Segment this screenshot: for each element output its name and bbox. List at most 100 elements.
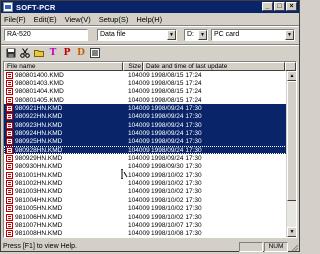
file-size: 104009 — [128, 96, 150, 104]
file-size: 104009 — [128, 121, 150, 129]
drive-select[interactable]: D: ▼ — [184, 29, 208, 41]
file-name: 981008HN.KMD — [15, 230, 63, 238]
file-icon — [6, 96, 13, 104]
list-item[interactable]: 980921HN.KMD 104009 1998/09/24 17:30 — [4, 104, 287, 113]
file-icon — [6, 88, 13, 96]
device-value: RA-520 — [7, 31, 31, 38]
scroll-thumb[interactable] — [287, 81, 296, 201]
drive-value: D: — [187, 31, 194, 38]
app-icon[interactable] — [3, 2, 13, 12]
menu-help[interactable]: Help(H) — [136, 15, 162, 24]
file-date: 1998/08/15 17:24 — [151, 96, 202, 104]
file-name: 980801403.KMD — [15, 80, 64, 88]
column-date[interactable]: Date and time of last update — [143, 62, 286, 71]
vertical-scrollbar[interactable]: ▲ ▼ — [286, 71, 296, 237]
list-rows: 980801400.KMD 104009 1998/08/15 17:24 98080… — [4, 71, 287, 238]
file-icon — [6, 180, 13, 188]
type-select[interactable]: Data file ▼ — [97, 29, 177, 41]
file-list[interactable]: File name Size Date and time of last upd… — [3, 61, 297, 238]
file-icon — [6, 71, 13, 79]
list-item[interactable]: 980925HN.KMD 104009 1998/09/24 17:30 — [4, 137, 287, 147]
drive-type-value: PC card — [214, 31, 240, 38]
menu-setup[interactable]: Setup(S) — [99, 15, 129, 24]
file-icon — [6, 196, 13, 204]
toolbar: T P D — [1, 46, 299, 60]
close-button[interactable]: × — [286, 2, 297, 11]
menu-edit[interactable]: Edit(E) — [34, 15, 57, 24]
list-item[interactable]: 981007HN.KMD 104009 1998/10/07 17:30 — [4, 221, 287, 229]
menu-bar: File(F) Edit(E) View(V) Setup(S) Help(H) — [1, 14, 299, 25]
file-name: 981004HN.KMD — [15, 196, 63, 204]
file-size: 104009 — [128, 80, 150, 88]
list-item[interactable]: 981005HN.KMD 104009 1998/10/02 17:30 — [4, 205, 287, 213]
list-item[interactable]: 980922HN.KMD 104009 1998/09/24 17:30 — [4, 112, 287, 122]
list-item[interactable]: 980801405.KMD 104009 1998/08/15 17:24 — [4, 96, 287, 104]
file-size: 104009 — [128, 105, 150, 113]
file-date: 1998/10/02 17:30 — [151, 213, 202, 221]
file-name: 980923HN.KMD — [15, 121, 63, 129]
drive-type-select[interactable]: PC card ▼ — [211, 29, 295, 41]
file-size: 104009 — [128, 188, 150, 196]
file-size: 104009 — [128, 171, 150, 179]
app-window: SOFT-PCR _ □ × File(F) Edit(E) View(V) S… — [0, 0, 300, 252]
chevron-down-icon[interactable]: ▼ — [285, 30, 294, 40]
resize-grip-icon[interactable] — [289, 242, 299, 252]
list-item[interactable]: 980801404.KMD 104009 1998/08/15 17:24 — [4, 88, 287, 96]
list-icon[interactable] — [89, 47, 101, 59]
list-item[interactable]: 981001HN.KMD 104009 1998/10/02 17:30 — [4, 171, 287, 179]
num-lock-indicator: NUM — [264, 241, 288, 252]
list-item[interactable]: 980801403.KMD 104009 1998/08/15 17:24 — [4, 79, 287, 88]
list-item[interactable]: 981006HN.KMD 104009 1998/10/02 17:30 — [4, 213, 287, 221]
chevron-down-icon[interactable]: ▼ — [198, 30, 207, 40]
device-field[interactable]: RA-520 — [4, 29, 88, 41]
file-size: 104009 — [128, 213, 150, 221]
list-item[interactable]: 980923HN.KMD 104009 1998/09/24 17:30 — [4, 121, 287, 130]
file-date: 1998/08/15 17:24 — [151, 88, 202, 96]
folder-icon[interactable] — [33, 47, 45, 59]
file-date: 1998/10/02 17:30 — [151, 205, 202, 213]
list-item[interactable]: 981004HN.KMD 104009 1998/10/02 17:30 — [4, 196, 287, 204]
menu-view[interactable]: View(V) — [65, 15, 91, 24]
list-item[interactable]: 980929HN.KMD 104009 1998/09/24 17:30 — [4, 154, 287, 163]
t-icon[interactable]: T — [47, 47, 59, 59]
file-date: 1998/10/02 17:30 — [151, 180, 202, 188]
column-size[interactable]: Size — [123, 62, 144, 71]
p-icon[interactable]: P — [61, 47, 73, 59]
list-item[interactable]: 980930HN.KMD 104009 1998/09/30 17:30 — [4, 163, 287, 171]
file-date: 1998/10/07 17:30 — [151, 221, 202, 229]
file-date: 1998/09/24 17:30 — [151, 130, 202, 138]
d-icon[interactable]: D — [75, 47, 87, 59]
file-name: 981003HN.KMD — [15, 188, 63, 196]
file-size: 104009 — [128, 221, 150, 229]
list-item[interactable]: 980928HN.KMD 104009 1998/09/24 17:30 — [4, 146, 287, 155]
file-name: 980922HN.KMD — [15, 113, 63, 121]
chevron-down-icon[interactable]: ▼ — [167, 30, 176, 40]
file-icon — [6, 130, 13, 138]
file-icon — [6, 188, 13, 196]
menu-file[interactable]: File(F) — [4, 15, 26, 24]
scissors-icon[interactable] — [19, 47, 31, 59]
column-file-name[interactable]: File name — [4, 62, 124, 71]
file-date: 1998/10/02 17:30 — [151, 188, 202, 196]
list-item[interactable]: 980924HN.KMD 104009 1998/09/24 17:30 — [4, 129, 287, 138]
scroll-up-icon[interactable]: ▲ — [287, 71, 296, 81]
maximize-button[interactable]: □ — [274, 2, 285, 11]
list-item[interactable]: 981003HN.KMD 104009 1998/10/02 17:30 — [4, 188, 287, 196]
file-icon — [6, 230, 13, 237]
status-text: Press [F1] to view Help. — [3, 243, 77, 250]
file-size: 104009 — [128, 205, 150, 213]
scroll-down-icon[interactable]: ▼ — [287, 227, 296, 237]
file-icon — [6, 163, 13, 171]
list-item[interactable]: 981002HN.KMD 104009 1998/10/02 17:30 — [4, 179, 287, 188]
title-bar[interactable]: SOFT-PCR _ □ × — [1, 1, 299, 13]
file-size: 104009 — [128, 155, 150, 163]
list-item[interactable]: 980801400.KMD 104009 1998/08/15 17:24 — [4, 71, 287, 79]
file-icon — [6, 171, 13, 179]
minimize-button[interactable]: _ — [262, 2, 273, 11]
type-value: Data file — [100, 31, 126, 38]
status-bar: Press [F1] to view Help. NUM — [1, 241, 299, 252]
list-item[interactable]: 981008HN.KMD 104009 1998/10/08 17:30 — [4, 230, 287, 238]
file-name: 980929HN.KMD — [15, 155, 63, 163]
column-filler — [285, 62, 296, 71]
save-icon[interactable] — [5, 47, 17, 59]
